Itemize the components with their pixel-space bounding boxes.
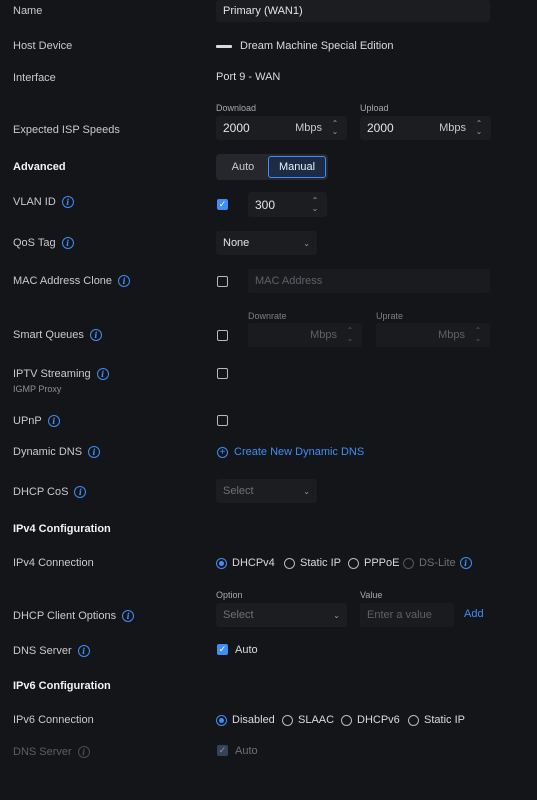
info-icon[interactable]: i <box>88 446 101 458</box>
qos-tag-label: QoS Tag i <box>13 237 74 249</box>
upload-speed-input[interactable]: 2000 Mbps ⌃ ⌄ <box>360 116 491 140</box>
stepper-icon[interactable]: ⌃ ⌄ <box>330 116 340 140</box>
iptv-checkbox[interactable] <box>217 368 228 379</box>
info-icon[interactable]: i <box>47 415 60 427</box>
advanced-label: Advanced <box>13 161 66 173</box>
radio-static-ip-v6[interactable]: Static IP <box>408 714 465 726</box>
radio-disabled[interactable]: Disabled <box>216 714 275 726</box>
radio-dhcpv6[interactable]: DHCPv6 <box>341 714 400 726</box>
info-icon[interactable]: i <box>96 368 109 380</box>
stepper-icon[interactable]: ⌃ ⌄ <box>473 323 483 347</box>
radio-pppoe[interactable]: PPPoE <box>348 557 399 569</box>
dynamic-dns-label: Dynamic DNS i <box>13 446 101 458</box>
mac-clone-checkbox[interactable] <box>217 276 228 287</box>
dns-server-auto-checkbox[interactable]: ✓ <box>217 644 228 655</box>
radio-dhcpv4[interactable]: DHCPv4 <box>216 557 275 569</box>
vlan-id-input[interactable]: 300 ⌃ ⌄ <box>248 192 327 217</box>
smart-queues-label: Smart Queues i <box>13 329 102 341</box>
advanced-auto-option[interactable]: Auto <box>218 156 268 178</box>
info-icon[interactable]: i <box>459 557 472 569</box>
download-speed-input[interactable]: 2000 Mbps ⌃ ⌄ <box>216 116 347 140</box>
add-dhcp-option-button[interactable]: Add <box>464 608 484 620</box>
smart-queues-checkbox[interactable] <box>217 330 228 341</box>
value-caption: Value <box>360 590 383 600</box>
check-icon: ✓ <box>218 745 227 755</box>
downrate-caption: Downrate <box>248 311 287 321</box>
dhcp-option-value-input[interactable]: Enter a value <box>360 603 454 627</box>
downrate-input[interactable]: Mbps ⌃ ⌄ <box>248 323 362 347</box>
option-caption: Option <box>216 590 243 600</box>
dhcp-cos-select[interactable]: Select ⌄ <box>216 479 317 503</box>
create-dynamic-dns-link[interactable]: + Create New Dynamic DNS <box>217 446 364 458</box>
stepper-icon[interactable]: ⌃ ⌄ <box>310 192 320 217</box>
dns-server-v6-auto-label: Auto <box>235 745 258 757</box>
check-icon: ✓ <box>218 199 227 209</box>
radio-ds-lite[interactable]: DS-Lite i <box>403 557 472 569</box>
chevron-down-icon: ⌄ <box>303 486 310 496</box>
check-icon: ✓ <box>218 644 227 654</box>
mac-clone-label: MAC Address Clone i <box>13 275 131 287</box>
name-input[interactable]: Primary (WAN1) <box>216 0 490 22</box>
mac-address-input[interactable]: MAC Address <box>248 269 490 293</box>
chevron-down-icon: ⌄ <box>333 610 340 620</box>
plus-circle-icon: + <box>217 446 228 458</box>
info-icon[interactable]: i <box>61 237 74 249</box>
ipv6-config-title: IPv6 Configuration <box>13 680 111 692</box>
interface-label: Interface <box>13 72 56 84</box>
stepper-icon[interactable]: ⌃ ⌄ <box>345 323 355 347</box>
dns-server-auto-label: Auto <box>235 644 258 656</box>
radio-slaac[interactable]: SLAAC <box>282 714 334 726</box>
info-icon[interactable]: i <box>89 329 102 341</box>
info-icon[interactable]: i <box>77 645 90 657</box>
interface-value: Port 9 - WAN <box>216 71 281 83</box>
vlan-checkbox[interactable]: ✓ <box>217 199 228 210</box>
chevron-down-icon: ⌄ <box>303 238 310 248</box>
ipv4-connection-label: IPv4 Connection <box>13 557 94 569</box>
dns-server-v6-auto-checkbox: ✓ <box>217 745 228 756</box>
info-icon[interactable]: i <box>74 486 87 498</box>
dhcp-option-select[interactable]: Select ⌄ <box>216 603 347 627</box>
advanced-toggle: Auto Manual <box>216 154 328 180</box>
uprate-caption: Uprate <box>376 311 404 321</box>
stepper-icon[interactable]: ⌃ ⌄ <box>474 116 484 140</box>
dhcp-cos-label: DHCP CoS i <box>13 486 87 498</box>
info-icon[interactable]: i <box>122 610 135 622</box>
advanced-manual-option[interactable]: Manual <box>268 156 326 178</box>
host-device-label: Host Device <box>13 40 73 52</box>
info-icon[interactable]: i <box>61 196 74 208</box>
isp-speeds-label: Expected ISP Speeds <box>13 124 120 136</box>
dhcp-client-options-label: DHCP Client Options i <box>13 610 135 622</box>
info-icon: i <box>77 746 90 758</box>
name-label: Name <box>13 5 43 17</box>
upload-caption: Upload <box>360 103 389 113</box>
uprate-input[interactable]: Mbps ⌃ ⌄ <box>376 323 490 347</box>
upnp-label: UPnP i <box>13 415 60 427</box>
info-icon[interactable]: i <box>118 275 131 287</box>
host-device-value: Dream Machine Special Edition <box>216 40 393 52</box>
iptv-label: IPTV Streaming i <box>13 368 109 380</box>
radio-static-ip[interactable]: Static IP <box>284 557 341 569</box>
ipv6-connection-label: IPv6 Connection <box>13 714 94 726</box>
dns-server-v6-label: DNS Server i <box>13 746 90 758</box>
ipv4-config-title: IPv4 Configuration <box>13 523 111 535</box>
vlan-id-label: VLAN ID i <box>13 196 74 208</box>
qos-tag-select[interactable]: None ⌄ <box>216 231 317 255</box>
dns-server-label: DNS Server i <box>13 645 90 657</box>
device-icon <box>216 44 232 48</box>
iptv-sublabel: IGMP Proxy <box>13 384 62 394</box>
upnp-checkbox[interactable] <box>217 415 228 426</box>
download-caption: Download <box>216 103 257 113</box>
